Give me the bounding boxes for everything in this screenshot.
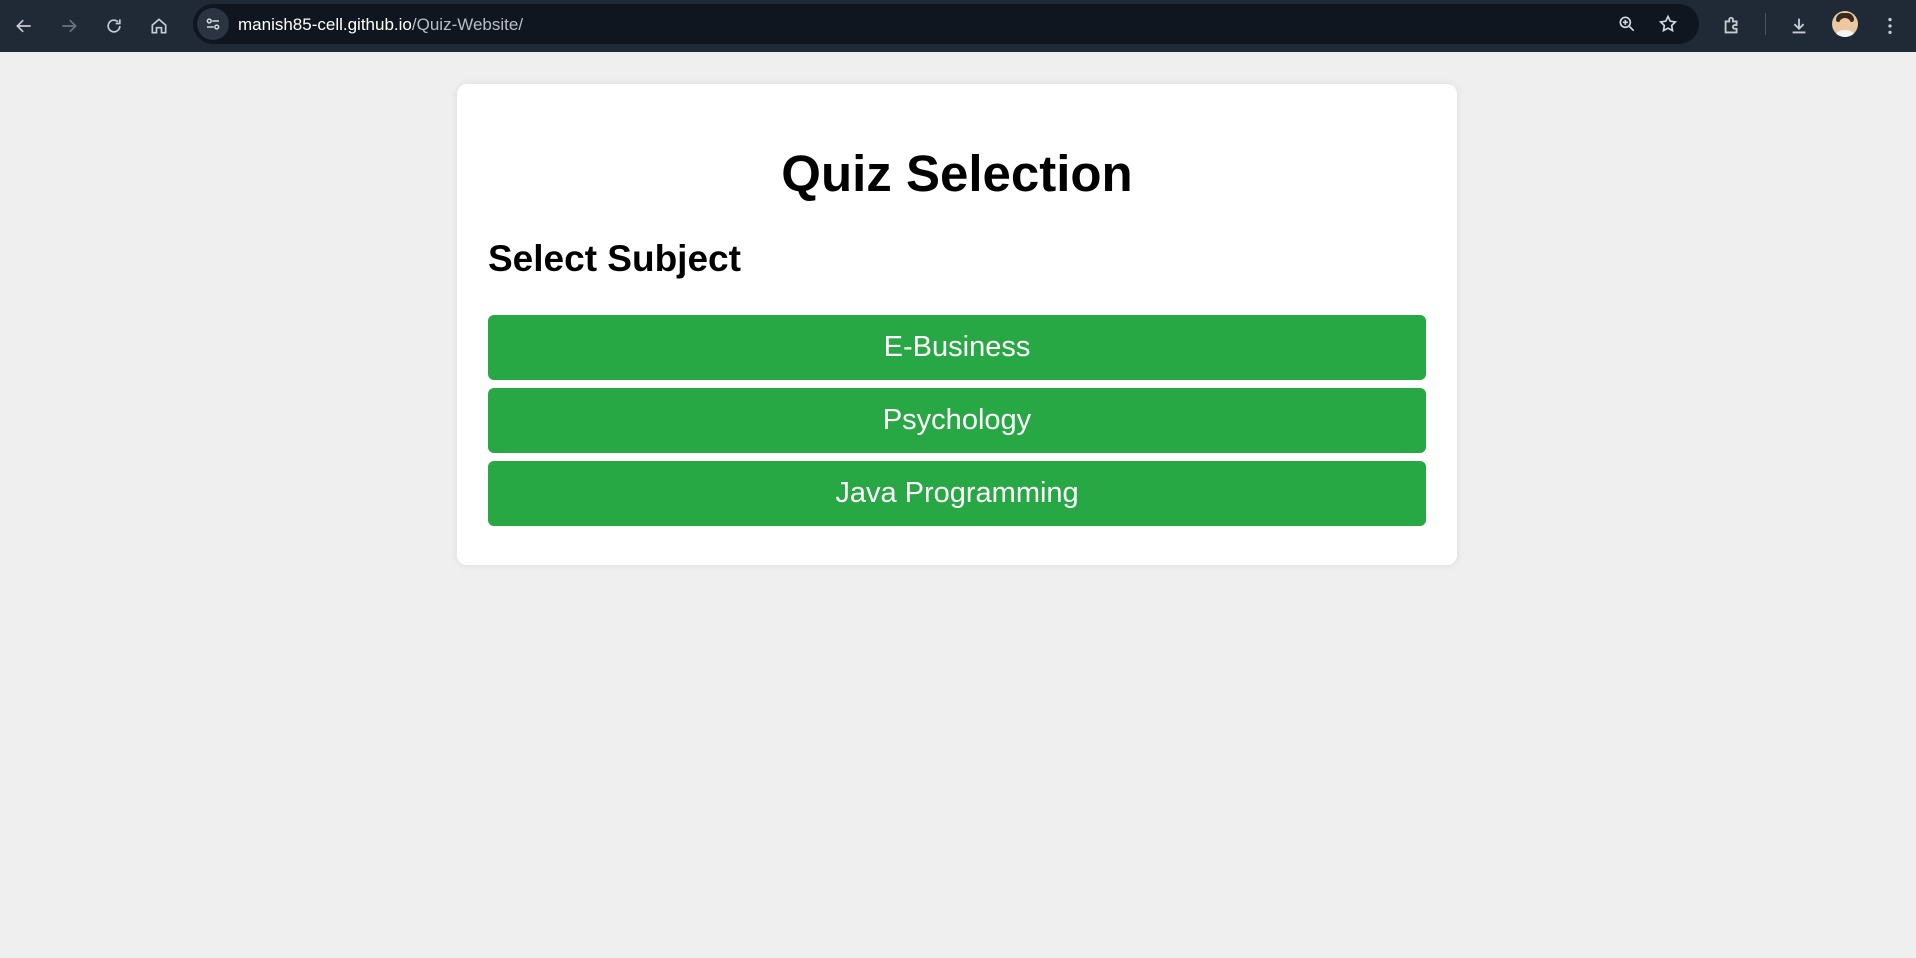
- browser-toolbar: manish85-cell.github.io/Quiz-Website/: [0, 0, 1916, 52]
- back-icon: [16, 19, 31, 33]
- back-button[interactable]: [6, 8, 42, 44]
- reload-icon: [107, 19, 121, 33]
- download-button[interactable]: [1781, 8, 1817, 44]
- address-bar[interactable]: manish85-cell.github.io/Quiz-Website/: [193, 4, 1699, 44]
- extensions-icon: [1724, 16, 1738, 34]
- section-title: Select Subject: [488, 238, 741, 279]
- url-text[interactable]: manish85-cell.github.io/Quiz-Website/: [238, 15, 523, 35]
- bookmark-star-icon: [1658, 14, 1678, 33]
- toolbar-separator: [1765, 13, 1766, 35]
- subject-button-java-programming[interactable]: Java Programming: [488, 461, 1426, 526]
- bookmark-button[interactable]: [1654, 10, 1682, 38]
- menu-button[interactable]: [1872, 8, 1908, 44]
- quiz-card: Quiz Selection Select Subject E-Business…: [457, 84, 1457, 565]
- profile-avatar[interactable]: [1832, 11, 1858, 37]
- site-info-button[interactable]: [197, 8, 229, 40]
- zoom-icon: [1619, 16, 1635, 32]
- extensions-button[interactable]: [1714, 8, 1750, 44]
- home-button[interactable]: [141, 8, 177, 44]
- home-icon: [151, 18, 167, 34]
- download-icon: [1792, 18, 1806, 34]
- url-host: manish85-cell.github.io: [238, 15, 412, 34]
- forward-button[interactable]: [51, 8, 87, 44]
- page-title: Quiz Selection: [781, 145, 1133, 202]
- forward-icon: [62, 19, 77, 33]
- site-info-icon: [206, 18, 220, 30]
- subject-button-e-business[interactable]: E-Business: [488, 315, 1426, 380]
- menu-icon: [1888, 17, 1892, 35]
- reload-button[interactable]: [96, 8, 132, 44]
- url-path: /Quiz-Website/: [411, 15, 524, 34]
- zoom-button[interactable]: [1613, 10, 1641, 38]
- subject-button-psychology[interactable]: Psychology: [488, 388, 1426, 453]
